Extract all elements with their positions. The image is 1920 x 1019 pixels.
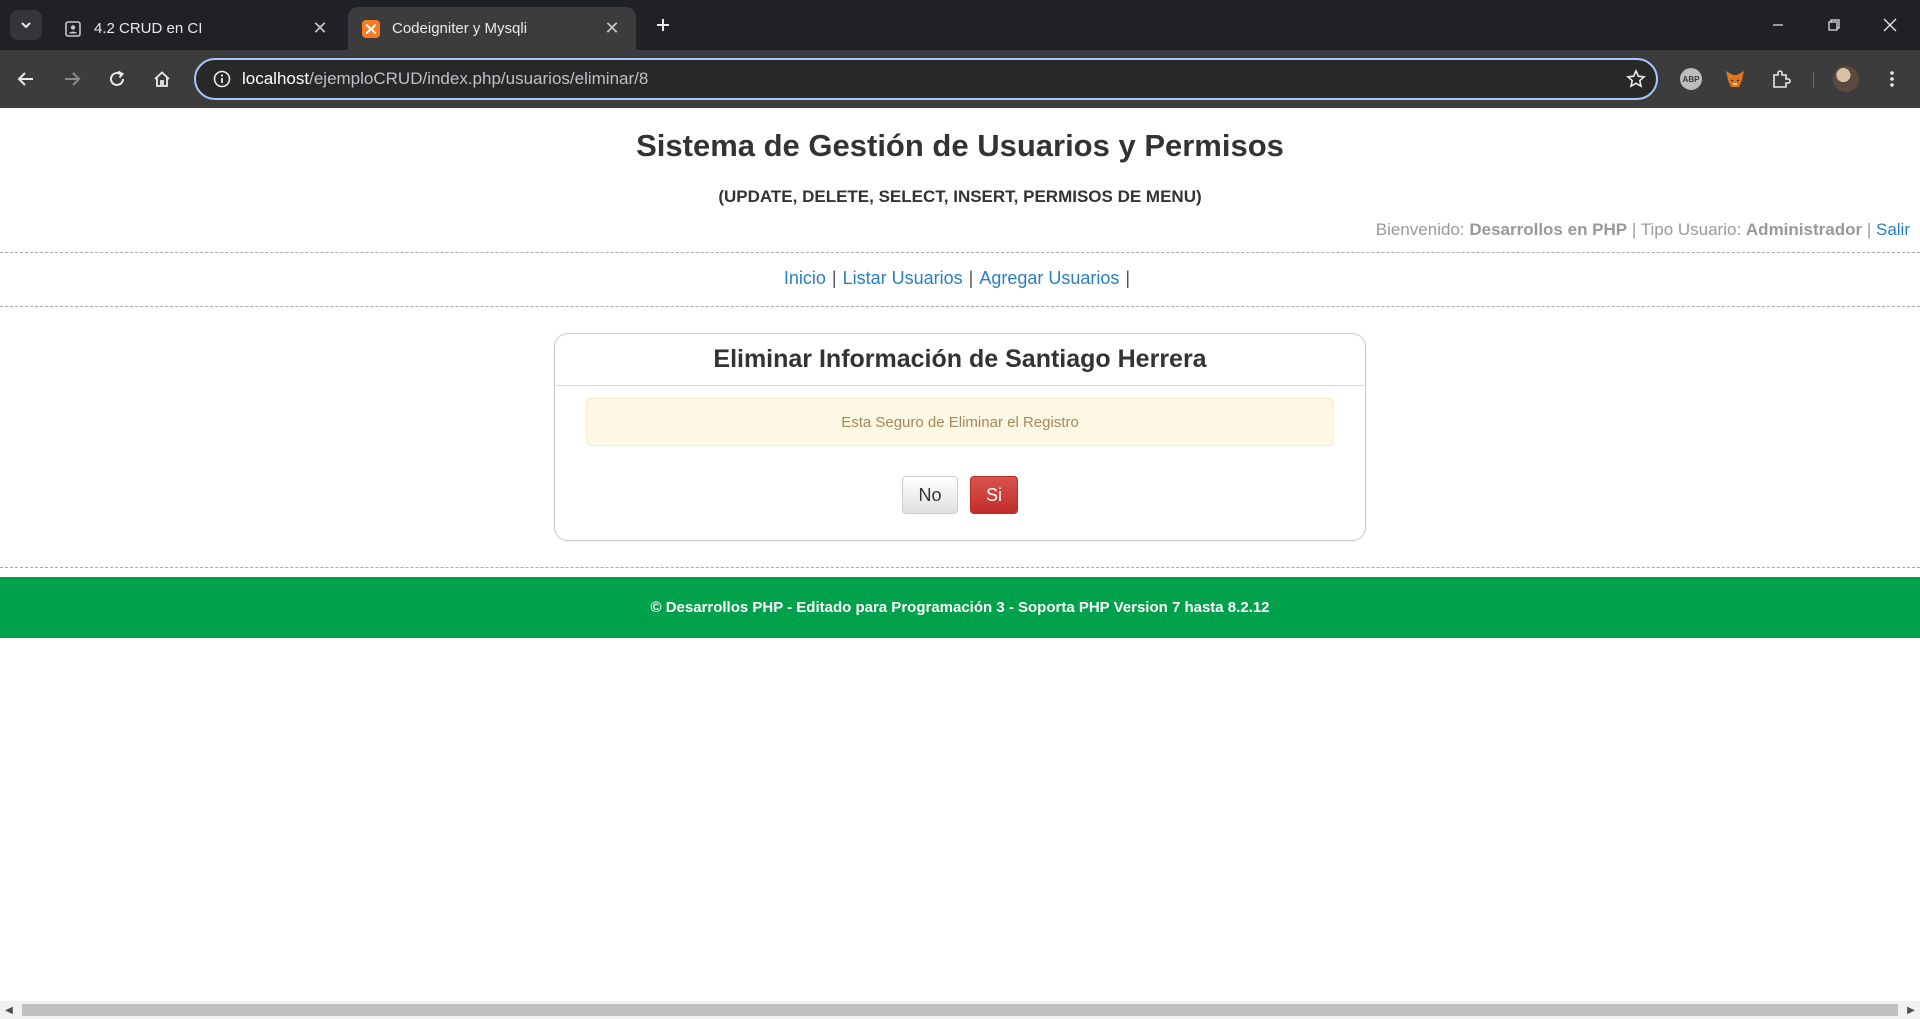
divider (0, 567, 1920, 568)
toolbar-divider (1813, 72, 1814, 88)
main-menu: Inicio | Listar Usuarios | Agregar Usuarios | (0, 268, 1920, 289)
forward-button[interactable] (56, 63, 88, 95)
delete-panel: Eliminar Información de Santiago Herrera… (554, 333, 1366, 541)
user-type-label: Tipo Usuario: (1640, 220, 1742, 239)
minimize-button[interactable] (1750, 0, 1806, 50)
warning-alert: Esta Seguro de Eliminar el Registro (586, 398, 1334, 446)
menu-item-agregar-usuarios[interactable]: Agregar Usuarios (979, 268, 1119, 288)
menu-separator: | (831, 268, 837, 288)
site-info-icon[interactable] (202, 70, 242, 88)
browser-toolbar: localhost/ejemploCRUD/index.php/usuarios… (0, 50, 1920, 108)
footer-text: © Desarrollos PHP - Editado para Program… (650, 599, 1270, 616)
reload-icon (110, 70, 125, 86)
home-icon (154, 71, 170, 87)
url-text[interactable]: localhost/ejemploCRUD/index.php/usuarios… (242, 69, 1616, 89)
separator: | (1631, 220, 1637, 239)
separator: | (1866, 220, 1872, 239)
scroll-right-icon[interactable]: ▶ (1902, 1001, 1920, 1019)
scroll-left-icon[interactable]: ◀ (0, 1001, 18, 1019)
arrow-right-icon (65, 72, 81, 86)
chevron-down-icon (21, 22, 31, 29)
new-tab-button[interactable] (650, 12, 676, 38)
adblock-icon: ABP (1680, 68, 1702, 90)
home-button[interactable] (146, 63, 178, 95)
plus-icon (657, 19, 669, 31)
extensions-button[interactable] (1767, 65, 1795, 93)
menu-separator: | (968, 268, 974, 288)
restore-button[interactable] (1806, 0, 1862, 50)
tab-title: Codeigniter y Mysqli (392, 20, 528, 37)
menu-item-inicio[interactable]: Inicio (784, 268, 826, 288)
page-content: Sistema de Gestión de Usuarios y Permiso… (0, 108, 1920, 1001)
welcome-label: Bienvenido: (1375, 220, 1465, 239)
window-close-button[interactable] (1862, 0, 1918, 50)
divider (0, 306, 1920, 307)
menu-separator: | (1125, 268, 1131, 288)
restore-icon (1828, 19, 1840, 31)
xampp-icon (362, 19, 380, 38)
browser-menu-button[interactable] (1878, 65, 1906, 93)
reload-button[interactable] (101, 63, 133, 95)
profile-button[interactable] (1832, 65, 1860, 93)
back-button[interactable] (10, 63, 42, 95)
tab-title: 4.2 CRUD en CI (94, 20, 203, 37)
menu-item-listar-usuarios[interactable]: Listar Usuarios (843, 268, 963, 288)
adblock-extension-button[interactable]: ABP (1677, 65, 1705, 93)
tab-codeigniter-mysqli[interactable]: Codeigniter y Mysqli ✕ (348, 7, 636, 50)
si-button[interactable]: Si (970, 476, 1018, 514)
no-button[interactable]: No (902, 476, 958, 514)
arrow-left-icon (17, 72, 33, 86)
browser-tab-bar: 4.2 CRUD en CI ✕ Codeigniter y Mysqli ✕ (0, 0, 1920, 50)
welcome-bar: Bienvenido: Desarrollos en PHP | Tipo Us… (1376, 220, 1910, 240)
page-subtitle: (UPDATE, DELETE, SELECT, INSERT, PERMISO… (718, 187, 1202, 206)
avatar (1833, 66, 1859, 92)
close-icon (1883, 18, 1897, 32)
bookmark-star-icon[interactable] (1616, 69, 1656, 89)
contact-icon (64, 20, 82, 38)
scrollbar-thumb[interactable] (22, 1004, 1898, 1016)
minimize-icon (1773, 24, 1783, 26)
divider (0, 252, 1920, 253)
user-type: Administrador (1745, 220, 1863, 239)
url-host: localhost (242, 69, 310, 88)
horizontal-scrollbar[interactable]: ◀ ▶ (0, 1001, 1920, 1019)
fox-icon (1726, 71, 1744, 87)
logout-link[interactable]: Salir (1876, 220, 1910, 239)
address-bar[interactable]: localhost/ejemploCRUD/index.php/usuarios… (194, 58, 1658, 100)
tab-crud-en-ci[interactable]: 4.2 CRUD en CI ✕ (50, 7, 344, 50)
puzzle-icon (1773, 70, 1791, 88)
url-path: /ejemploCRUD/index.php/usuarios/eliminar… (309, 69, 649, 88)
metamask-extension-button[interactable] (1721, 65, 1749, 93)
close-icon[interactable]: ✕ (602, 18, 622, 39)
user-name: Desarrollos en PHP (1469, 220, 1628, 239)
footer: © Desarrollos PHP - Editado para Program… (0, 577, 1920, 638)
page-title: Sistema de Gestión de Usuarios y Permiso… (636, 128, 1284, 163)
panel-title: Eliminar Información de Santiago Herrera (555, 334, 1365, 386)
more-vertical-icon (1890, 71, 1894, 87)
close-icon[interactable]: ✕ (310, 18, 330, 39)
confirm-buttons: No Si (555, 476, 1365, 514)
tab-search-button[interactable] (10, 10, 42, 40)
